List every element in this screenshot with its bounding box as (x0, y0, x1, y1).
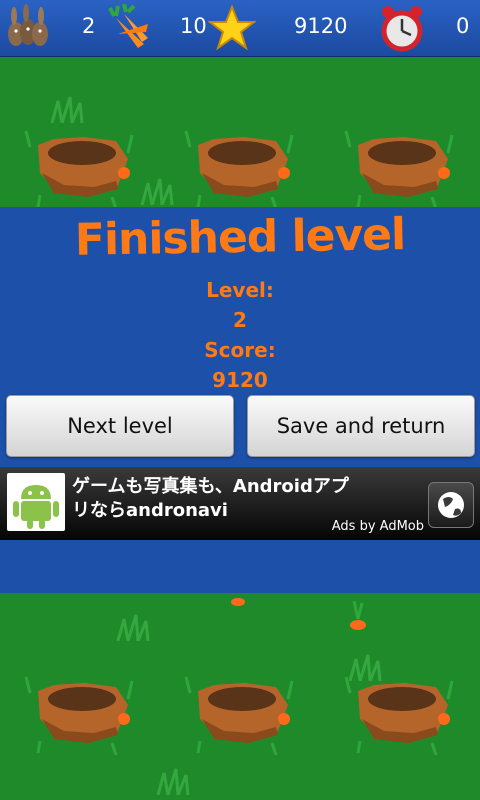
burrow-hole[interactable] (184, 675, 294, 755)
carrots-count: 10 (180, 14, 207, 38)
ad-banner[interactable]: ゲームも写真集も、Androidアプリならandronavi Ads by Ad… (0, 467, 480, 540)
carrots-icon (108, 4, 148, 48)
field-bottom (0, 593, 480, 800)
score-count: 9120 (294, 14, 348, 38)
next-level-button[interactable]: Next level (6, 395, 234, 457)
ad-text[interactable]: ゲームも写真集も、Androidアプリならandronavi (72, 475, 352, 523)
burrow-hole[interactable] (344, 129, 454, 207)
level-value: 2 (233, 308, 247, 332)
score-label: Score: (204, 338, 276, 362)
globe-icon[interactable] (428, 482, 474, 528)
carrot-sprout[interactable] (228, 593, 248, 607)
burrow-hole[interactable] (344, 675, 454, 755)
burrow-hole[interactable] (184, 129, 294, 207)
dialog-title: Finished level (74, 209, 406, 266)
grass-tuft (50, 96, 84, 123)
grass-tuft (140, 178, 174, 205)
hud-bar: 2 10 9120 0 (0, 0, 480, 57)
score-value: 9120 (212, 368, 268, 392)
star-icon (208, 4, 256, 51)
lives-count: 2 (82, 14, 96, 38)
carrot-sprout[interactable] (346, 599, 370, 633)
burrow-hole[interactable] (24, 675, 134, 755)
level-label: Level: (206, 278, 274, 302)
ad-attribution: Ads by AdMob (331, 519, 424, 534)
alarm-clock-icon (381, 6, 423, 52)
android-robot-icon[interactable] (7, 473, 65, 531)
grass-tuft (116, 614, 150, 641)
grass-tuft (156, 768, 190, 795)
timer-count: 0 (456, 14, 470, 38)
field-top (0, 57, 480, 207)
save-and-return-button[interactable]: Save and return (247, 395, 475, 457)
burrow-hole[interactable] (24, 129, 134, 207)
rabbits-icon (8, 4, 48, 46)
